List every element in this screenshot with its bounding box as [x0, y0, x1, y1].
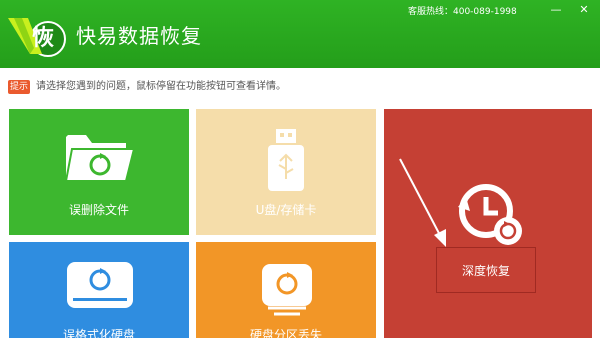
- app-window: 恢 快易数据恢复 客服热线：400-089-1998 — ✕ 提示 请选择您遇到…: [0, 0, 600, 338]
- deep-recovery-highlight: 深度恢复: [436, 247, 536, 293]
- usb-drive-icon: [268, 129, 304, 191]
- title-bar: 恢 快易数据恢复 客服热线：400-089-1998 — ✕: [0, 0, 600, 68]
- arrow-pointer-icon: [399, 158, 446, 247]
- tile-deep-recovery-label: 深度恢复: [461, 264, 510, 278]
- tile-usb-card[interactable]: U盘/存储卡: [196, 109, 376, 235]
- tile-deleted-files-label: 误删除文件: [68, 203, 129, 217]
- hint-text: 请选择您遇到的问题，鼠标停留在功能按钮可查看详情。: [36, 81, 286, 92]
- app-logo-char: 恢: [31, 26, 54, 51]
- hint-badge: 提示: [8, 80, 30, 94]
- tile-deleted-files[interactable]: 误删除文件: [9, 109, 189, 235]
- close-button[interactable]: ✕: [576, 4, 592, 16]
- hard-disk-restore-icon: [67, 262, 133, 308]
- tile-formatted-disk[interactable]: 误格式化硬盘: [9, 242, 189, 338]
- tile-usb-card-label: U盘/存储卡: [255, 203, 317, 217]
- tile-formatted-disk-label: 误格式化硬盘: [62, 328, 135, 338]
- tile-deep-recovery[interactable]: 深度恢复: [384, 109, 592, 338]
- minimize-button[interactable]: —: [548, 4, 564, 16]
- app-title: 快易数据恢复: [76, 24, 202, 48]
- folder-restore-icon: [64, 135, 136, 182]
- tile-partition-lost[interactable]: 硬盘分区丢失: [196, 242, 376, 338]
- hotline-text: 客服热线：400-089-1998: [408, 7, 517, 17]
- clock-restore-icon: [458, 184, 522, 245]
- tile-partition-lost-label: 硬盘分区丢失: [249, 328, 322, 338]
- drive-partition-icon: [262, 264, 312, 316]
